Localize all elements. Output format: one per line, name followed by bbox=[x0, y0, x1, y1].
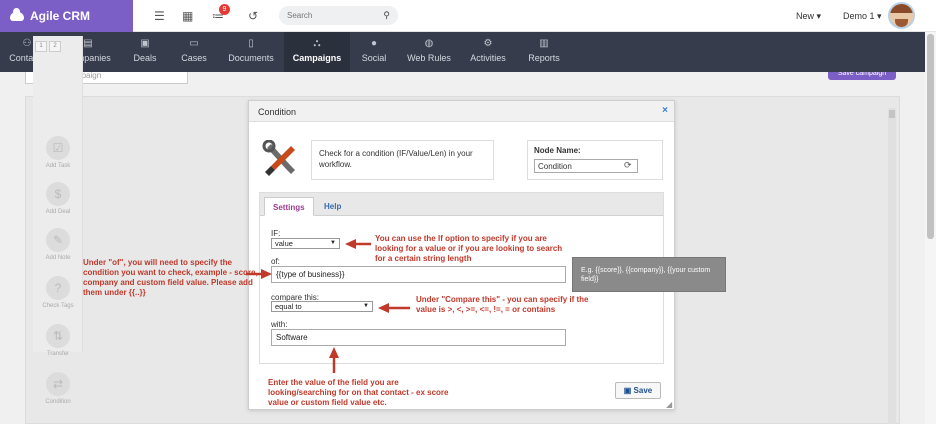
document-icon: ▯ bbox=[248, 38, 254, 49]
cloud-icon bbox=[10, 7, 24, 21]
wrench-screwdriver-icon bbox=[262, 140, 295, 176]
save-campaign-button[interactable]: Save campaign bbox=[828, 72, 896, 80]
arrow-up-icon bbox=[329, 347, 339, 373]
nav-activities[interactable]: ⚙ Activities bbox=[464, 32, 512, 72]
dialog-title: Condition bbox=[258, 107, 297, 117]
task-icon: ☑ bbox=[46, 136, 70, 160]
window-scroll-thumb[interactable] bbox=[927, 34, 934, 239]
compare-select[interactable]: equal to ▼ bbox=[271, 301, 373, 312]
tab-help[interactable]: Help bbox=[316, 197, 349, 216]
palette-transfer[interactable]: ⇅ Transfer bbox=[40, 324, 76, 357]
if-label: IF: bbox=[271, 229, 281, 238]
save-button[interactable]: ▣ Save bbox=[615, 382, 661, 399]
new-menu[interactable]: New ▾ bbox=[796, 11, 821, 22]
tab-settings[interactable]: Settings bbox=[264, 197, 314, 216]
if-annotation: You can use the If option to specify if … bbox=[375, 234, 563, 263]
with-annotation: Enter the value of the field you are loo… bbox=[268, 378, 449, 407]
search-icon[interactable]: ⚲ bbox=[383, 10, 390, 21]
of-input[interactable]: {{type of business}} bbox=[271, 266, 566, 283]
node-name-input[interactable] bbox=[534, 159, 638, 173]
palette-tabs: 12 bbox=[35, 39, 63, 52]
brand-name: Agile CRM bbox=[30, 9, 90, 23]
main-nav: ⚇ Contacts ▤ Companies ▣ Deals ▭ Cases ▯ Docu… bbox=[0, 32, 936, 72]
brand-logo[interactable]: Agile CRM bbox=[0, 0, 133, 32]
globe-icon: ◍ bbox=[424, 38, 434, 49]
with-input[interactable]: Software bbox=[271, 329, 566, 346]
if-select[interactable]: value ▼ bbox=[271, 238, 340, 249]
transfer-icon: ⇅ bbox=[46, 324, 70, 348]
history-icon[interactable]: ↺ bbox=[248, 9, 258, 23]
gears-icon: ⚙ bbox=[483, 38, 493, 49]
nav-deals[interactable]: ▣ Deals bbox=[124, 32, 166, 72]
nav-web-rules[interactable]: ◍ Web Rules bbox=[402, 32, 456, 72]
canvas-scroll-thumb[interactable] bbox=[889, 110, 895, 118]
close-icon[interactable]: × bbox=[662, 105, 668, 116]
chevron-down-icon: ▼ bbox=[363, 303, 369, 309]
canvas-scrollbar[interactable] bbox=[888, 108, 896, 424]
nav-cases[interactable]: ▭ Cases bbox=[172, 32, 216, 72]
palette-tab-2[interactable]: 2 bbox=[49, 41, 61, 52]
compare-annotation: Under "Compare this" - you can specify i… bbox=[416, 295, 589, 314]
arrow-left-icon bbox=[378, 303, 410, 313]
resize-handle-icon[interactable]: ◢ bbox=[666, 400, 672, 409]
folder-icon: ▭ bbox=[189, 38, 199, 49]
search-input[interactable] bbox=[287, 11, 377, 20]
nav-reports[interactable]: ▥ Reports bbox=[522, 32, 566, 72]
node-name-label: Node Name: bbox=[534, 146, 581, 155]
nav-documents[interactable]: ▯ Documents bbox=[220, 32, 282, 72]
user-menu[interactable]: Demo 1 ▾ bbox=[843, 11, 882, 22]
calendar-icon[interactable]: ▦ bbox=[182, 9, 193, 23]
nav-social[interactable]: ● Social bbox=[354, 32, 394, 72]
of-annotation: Under "of", you will need to specify the… bbox=[83, 258, 258, 297]
question-icon: ? bbox=[46, 276, 70, 300]
list-icon[interactable]: ☰ bbox=[154, 9, 165, 23]
palette-condition[interactable]: ⇄ Condition bbox=[40, 372, 76, 405]
dollar-icon: $ bbox=[46, 182, 70, 206]
dialog-header: Condition × bbox=[249, 101, 674, 122]
note-icon: ✎ bbox=[46, 228, 70, 252]
top-bar: Agile CRM ☰ ▦ ≔ 9 ↺ ⚲ New ▾ Demo 1 ▾ bbox=[0, 0, 936, 32]
dialog-tabs: Settings Help bbox=[260, 193, 663, 216]
of-field-tooltip: E.g. {{score}}, {{company}}, {{your cust… bbox=[572, 257, 726, 292]
with-label: with: bbox=[271, 320, 288, 329]
palette-add-deal[interactable]: $ Add Deal bbox=[40, 182, 76, 215]
palette-add-task[interactable]: ☑ Add Task bbox=[40, 136, 76, 169]
node-name-box: Node Name: ⟳ bbox=[527, 140, 663, 180]
palette-tab-1[interactable]: 1 bbox=[35, 41, 47, 52]
chevron-down-icon: ▼ bbox=[330, 240, 336, 246]
avatar[interactable] bbox=[888, 2, 915, 29]
notification-badge: 9 bbox=[219, 4, 230, 15]
of-label: of: bbox=[271, 257, 280, 266]
palette-check-tags[interactable]: ? Check Tags bbox=[40, 276, 76, 309]
arrow-left-icon bbox=[345, 239, 371, 249]
condition-description: Check for a condition (IF/Value/Len) in … bbox=[311, 140, 494, 180]
condition-icon: ⇄ bbox=[46, 372, 70, 396]
arrow-right-icon bbox=[246, 269, 272, 279]
search-box: ⚲ bbox=[279, 6, 398, 25]
refresh-icon[interactable]: ⟳ bbox=[624, 160, 632, 171]
save-icon: ▣ bbox=[623, 386, 634, 395]
money-icon: ▣ bbox=[140, 38, 150, 49]
chat-icon: ● bbox=[370, 38, 378, 49]
sitemap-icon: ⛬ bbox=[313, 38, 321, 49]
nav-campaigns[interactable]: ⛬ Campaigns bbox=[284, 32, 350, 72]
palette-add-note[interactable]: ✎ Add Note bbox=[40, 228, 76, 261]
bar-chart-icon: ▥ bbox=[539, 38, 549, 49]
